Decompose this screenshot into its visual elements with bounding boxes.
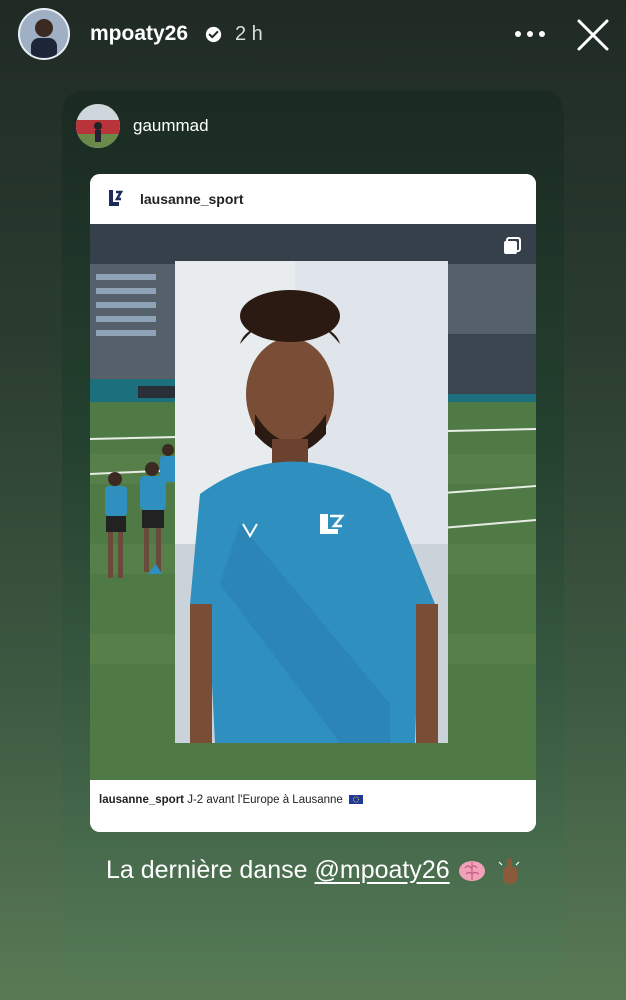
owner-avatar[interactable] <box>18 8 70 60</box>
story-caption: La dernière danse @mpoaty26 <box>106 856 520 886</box>
post-caption: lausanne_sport J-2 avant l'Europe à Laus… <box>90 780 536 832</box>
close-icon[interactable] <box>575 17 611 53</box>
story-header: mpoaty26 2 h <box>0 0 626 76</box>
story-timestamp: 2 h <box>235 23 263 45</box>
story-caption-text: La dernière danse <box>106 856 315 884</box>
owner-username[interactable]: mpoaty26 <box>90 22 188 46</box>
lausanne-sport-logo-icon <box>109 190 123 206</box>
embedded-post[interactable]: lausanne_sport lausanne_sport J-2 avant … <box>90 174 536 832</box>
mention-link[interactable]: @mpoaty26 <box>314 856 449 884</box>
caption-text: J-2 avant l'Europe à Lausanne <box>184 794 343 806</box>
shared-post-card[interactable]: gaummad lausanne_sport lausanne_sport J-… <box>62 90 564 980</box>
sharer-username[interactable]: gaummad <box>133 116 209 136</box>
post-author[interactable]: lausanne_sport <box>140 191 243 207</box>
brain-icon <box>458 861 485 882</box>
post-photo <box>90 224 536 780</box>
caption-username[interactable]: lausanne_sport <box>99 794 184 806</box>
more-options-icon[interactable] <box>514 28 546 40</box>
pointing-up-icon <box>498 858 519 885</box>
verified-badge-icon <box>205 26 222 43</box>
eu-flag-icon <box>349 795 364 805</box>
sharer-avatar[interactable] <box>76 104 120 148</box>
multiple-photos-icon <box>504 237 521 254</box>
post-header: lausanne_sport <box>90 174 536 224</box>
